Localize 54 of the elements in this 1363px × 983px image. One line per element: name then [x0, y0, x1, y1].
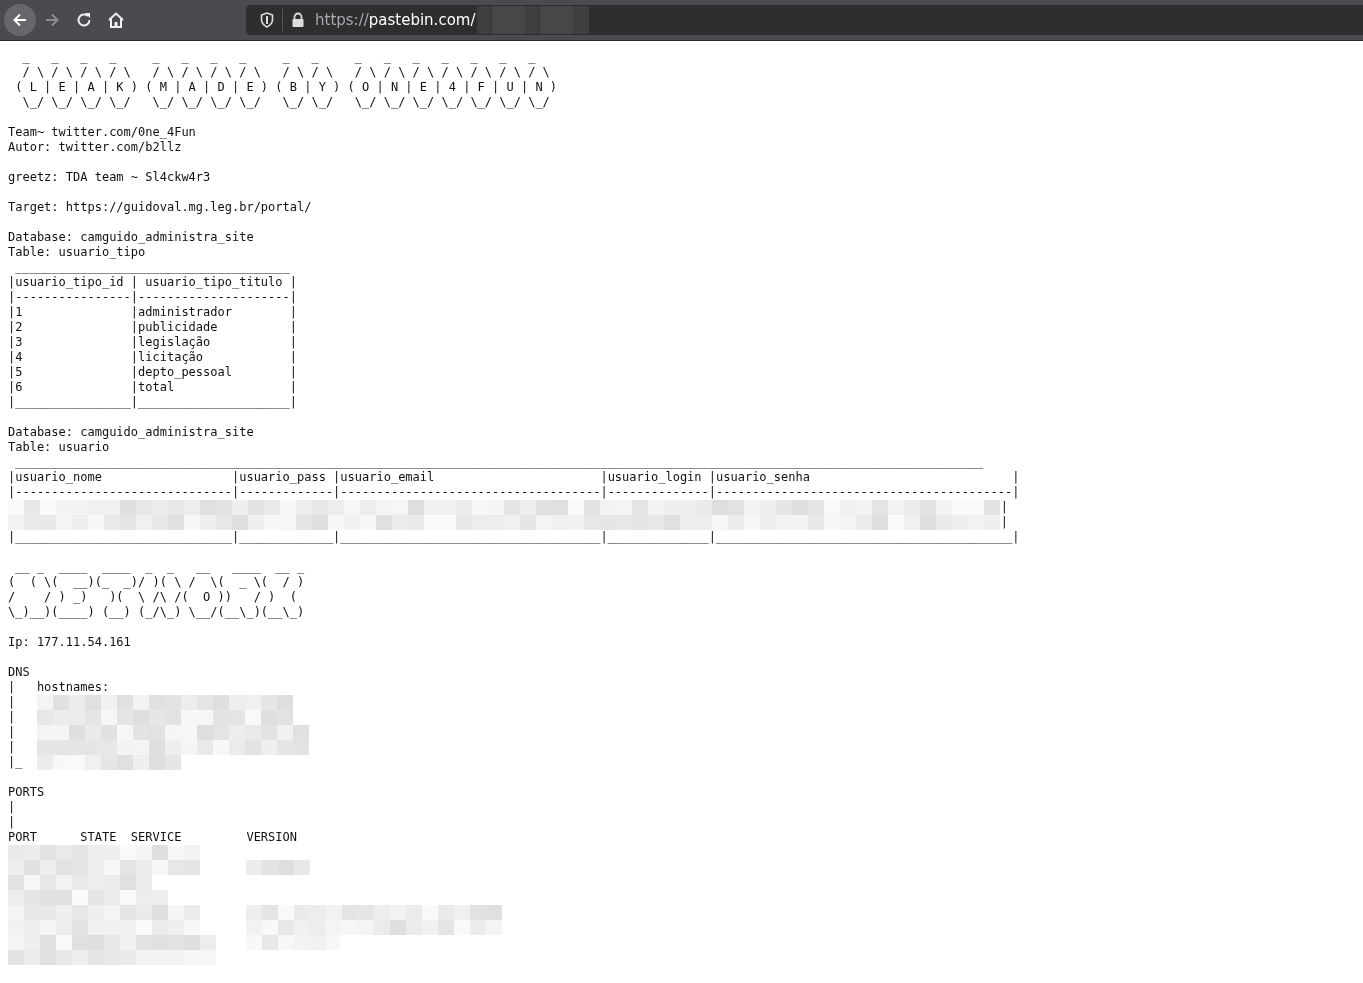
text-line: |2 |publicidade | — [8, 320, 297, 335]
text-line: |usuario_tipo_id | usuario_tipo_titulo | — [8, 275, 297, 290]
text-line: ______________________________________ — [14, 260, 290, 275]
text-line: |______________________________|_____________|____________________________________|______________|_________________________________________| — [8, 530, 1020, 545]
text-line: Table: usuario_tipo — [8, 245, 146, 260]
address-bar[interactable]: https://pastebin.com/ — [246, 5, 1363, 35]
text-line: DNS — [8, 665, 30, 680]
text-line: PORT STATE SERVICE VERSION — [8, 830, 297, 845]
text-line: Database: camguido_administra_site — [8, 230, 254, 245]
text-line: |5 |depto_pessoal | — [8, 365, 297, 380]
text-line: | — [8, 725, 16, 740]
ascii-art-line: \_)__)(____) (__) (_/\_) \__/(__\_)(__\_) — [8, 605, 305, 620]
text-line: | — [8, 740, 16, 755]
text-line: |1 |administrador | — [8, 305, 297, 320]
ascii-art-line: _ _ _ _ _ _ _ _ _ _ _ _ _ _ _ _ _ — [21, 50, 536, 65]
ascii-art-line: ( ( \( __)(_ _)/ )( \ / \( _ \( / ) — [8, 575, 305, 590]
text-line: | — [8, 800, 16, 815]
text-line: |3 |legislação | — [8, 335, 297, 350]
ascii-art-line: __ _ ____ ____ _ _ __ ____ __ _ — [14, 560, 305, 575]
forward-arrow-icon[interactable] — [43, 11, 61, 29]
back-button[interactable] — [4, 4, 36, 36]
url-text: https://pastebin.com/ — [315, 11, 476, 29]
text-line: |________________|_____________________| — [8, 395, 297, 410]
text-line: | — [8, 710, 16, 725]
reload-icon[interactable] — [75, 11, 93, 29]
home-icon[interactable] — [107, 11, 125, 29]
text-line: ______________________________________________________________________________________________________________________________________ — [14, 455, 984, 470]
text-line: | — [8, 815, 16, 830]
text-line: | — [1000, 515, 1008, 530]
text-line: | hostnames: — [8, 680, 110, 695]
text-line: |usuario_nome |usuario_pass |usuario_email |usuario_login |usuario_senha | — [8, 470, 1020, 485]
text-line: Database: camguido_administra_site — [8, 425, 254, 440]
back-arrow-icon[interactable] — [11, 11, 29, 29]
text-line: | — [8, 695, 16, 710]
ascii-art-line: / \ / \ / \ / \ / \ / \ / \ / \ / \ / \ / \ / \ / \ / \ / \ / \ / \ — [21, 65, 550, 80]
text-line: Target: https://guidoval.mg.leg.br/portal/ — [8, 200, 312, 215]
shield-icon[interactable] — [260, 12, 274, 28]
text-line: |4 |licitação | — [8, 350, 297, 365]
ascii-art-line: ( L | E | A | K ) ( M | A | D | E ) ( B | Y ) ( O | N | E | 4 | F | U | N ) — [14, 80, 558, 95]
text-line: Autor: twitter.com/b2llz — [8, 140, 182, 155]
text-line: | — [1000, 500, 1008, 515]
text-line: Table: usuario — [8, 440, 110, 455]
redacted-mosaic — [246, 860, 312, 875]
ascii-art-line: \_/ \_/ \_/ \_/ \_/ \_/ \_/ \_/ \_/ \_/ \_/ \_/ \_/ \_/ \_/ \_/ \_/ — [21, 95, 550, 110]
text-line: |------------------------------|-------------|------------------------------------|--------------|-----------------------------------------| — [8, 485, 1020, 500]
ascii-art-line: / / ) _) )( \ /\ /( O )) / ) ( — [8, 590, 297, 605]
text-line: |----------------|---------------------| — [8, 290, 297, 305]
text-line: Ip: 177.11.54.161 — [8, 635, 131, 650]
lock-icon — [291, 12, 305, 28]
text-line: |_ — [8, 755, 23, 770]
text-line: greetz: TDA team ~ Sl4ckw4r3 — [8, 170, 211, 185]
text-line: Team~ twitter.com/0ne_4Fun — [8, 125, 196, 140]
text-line: |6 |total | — [8, 380, 297, 395]
text-line: PORTS — [8, 785, 45, 800]
